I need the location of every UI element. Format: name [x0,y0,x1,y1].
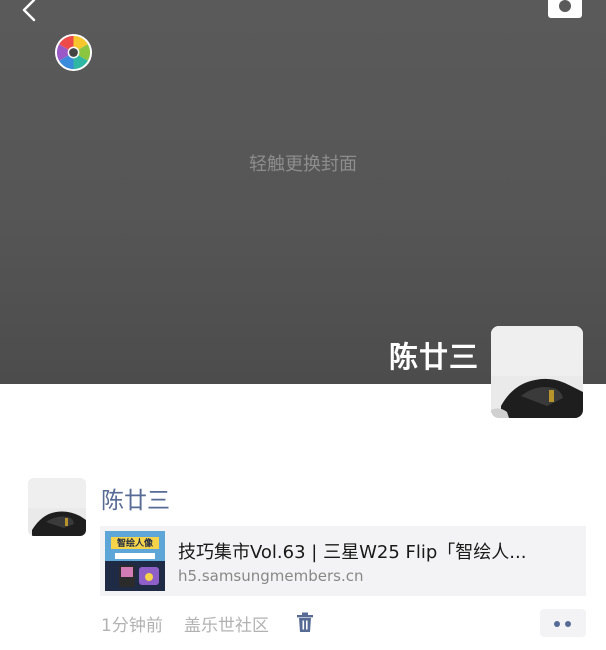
more-actions-button[interactable] [540,609,586,637]
post-author-avatar[interactable] [28,478,86,536]
change-cover-hint[interactable]: 轻触更换封面 [0,150,606,176]
link-thumbnail: 智绘人像 [105,531,165,591]
more-dots-icon [554,621,560,627]
thumb-text: 智绘人像 [117,537,154,549]
post-author-name[interactable]: 陈廿三 [101,481,170,515]
moments-page: 轻触更换封面 陈廿三 陈廿三 智绘人像 技巧集市Vol.63 | 三星W25 F… [0,0,606,650]
more-dots-icon [565,621,571,627]
cover-owner-name: 陈廿三 [388,340,479,374]
post-source[interactable]: 盖乐世社区 [184,611,269,636]
trash-icon[interactable] [296,612,314,633]
profile-avatar[interactable] [491,326,583,418]
back-arrow-icon[interactable] [16,0,44,24]
link-title: 技巧集市Vol.63 | 三星W25 Flip「智绘人... [178,542,527,563]
camera-icon[interactable] [548,0,582,22]
camera-lens [559,0,571,12]
link-domain: h5.samsungmembers.cn [178,567,364,585]
aperture-icon [54,33,93,72]
shared-link-card[interactable]: 智绘人像 技巧集市Vol.63 | 三星W25 Flip「智绘人... h5.s… [100,526,586,596]
post-time: 1分钟前 [101,616,163,636]
